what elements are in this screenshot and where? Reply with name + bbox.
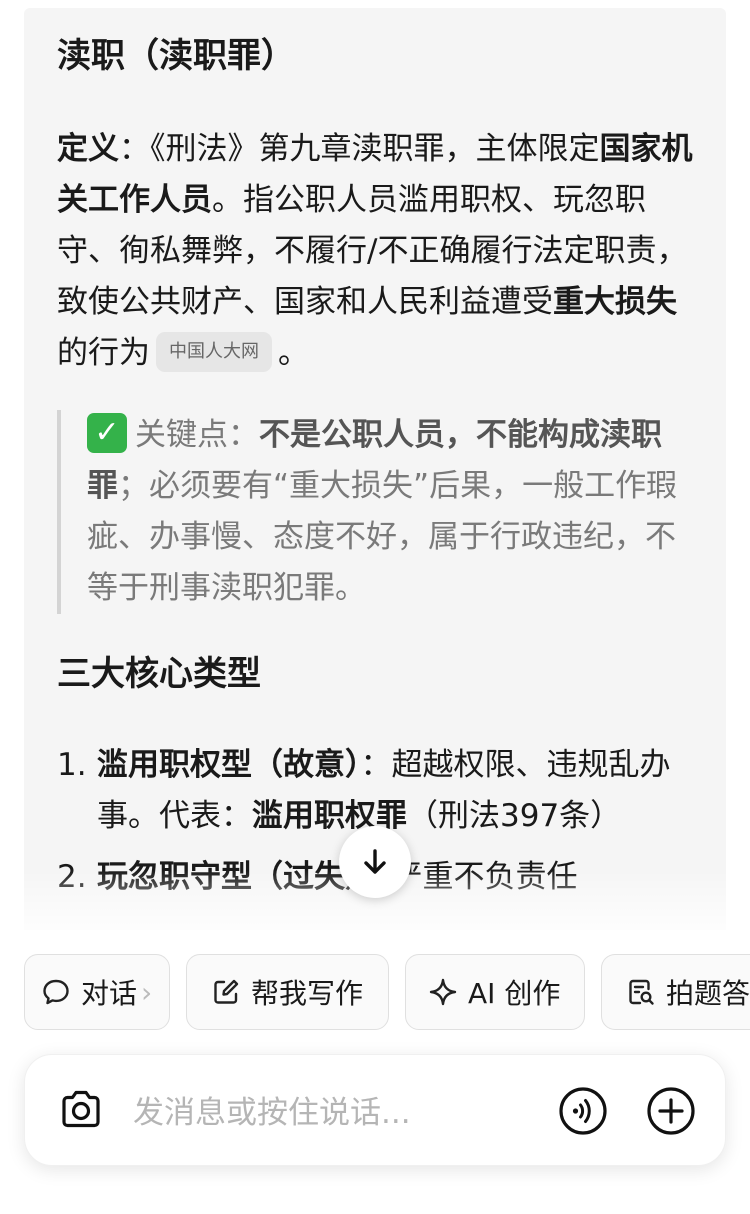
source-citation-chip[interactable]: 中国人大网 [156,331,272,372]
chip-ai-create-label: AI 创作 [468,977,561,1010]
chip-write[interactable]: 帮我写作 [186,954,389,1030]
types-title: 三大核心类型 [57,654,261,694]
check-mark-icon: ✓ [87,412,127,453]
chip-photo-answer-label: 拍题答 [666,977,750,1010]
keypoint-text: ；必须要有“重大损失”后果，一般工作瑕疵、办事慢、态度不好，属于行政违纪，不等于… [87,468,678,606]
sparkle-icon [429,978,457,1006]
chat-bubble-icon [43,979,69,1005]
definition-text-3: 的行为 [57,335,150,371]
chevron-right-icon: › [141,975,153,1009]
scroll-to-bottom-button[interactable] [339,826,411,898]
keypoint-blockquote: ✓ 关键点：不是公职人员，不能构成渎职罪；必须要有“重大损失”后果，一般工作瑕疵、… [57,410,697,614]
definition-label: 定义 [57,131,119,167]
definition-text: ：《刑法》第九章渎职罪，主体限定 [119,131,600,167]
voice-wave-icon [559,1087,607,1135]
chip-photo-answer[interactable]: 拍题答 [601,954,750,1030]
voice-button[interactable] [557,1085,609,1141]
list-item-number: 1. [57,747,87,783]
chip-chat[interactable]: 对话 › [24,954,170,1030]
keypoint-label: 关键点： [135,417,259,453]
section-title: 渎职（渎职罪） [57,36,295,76]
message-input-placeholder[interactable]: 发消息或按住说话... [133,1087,411,1132]
chip-write-label: 帮我写作 [251,977,364,1010]
arrow-down-icon [364,849,386,874]
list-item: 1. 滥用职权型（故意）：超越权限、违规乱办事。代表：滥用职权罪（刑法397条） [57,740,717,842]
plus-circle-icon [647,1087,695,1135]
message-input-box[interactable]: 发消息或按住说话... [24,1054,726,1166]
doc-search-icon [629,979,654,1005]
chip-chat-label: 对话 [81,977,138,1010]
camera-button[interactable] [56,1085,106,1139]
definition-bold-loss: 重大损失 [553,284,677,320]
chip-ai-create[interactable]: AI 创作 [405,954,585,1030]
definition-end: 。 [278,335,309,371]
list-item-bold: 滥用职权型（故意） [97,747,361,783]
camera-icon [62,1090,100,1128]
list-item-text-2: （刑法397条） [407,798,622,834]
definition-paragraph: 定义：《刑法》第九章渎职罪，主体限定国家机关工作人员。指公职人员滥用职权、玩忽职… [57,124,697,379]
edit-icon [214,979,239,1004]
add-button[interactable] [645,1085,697,1141]
